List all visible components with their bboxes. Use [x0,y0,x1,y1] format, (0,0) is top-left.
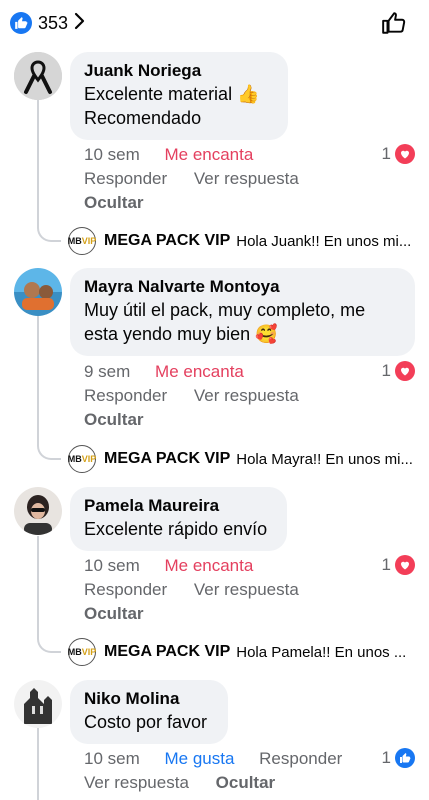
profile-photo-icon [14,487,62,535]
hide-button[interactable]: Ocultar [84,410,144,430]
reply-button[interactable]: Responder [84,386,167,405]
comment-time[interactable]: 10 sem [84,556,140,575]
reply-button[interactable]: Responder [84,169,167,188]
view-reply-button[interactable]: Ver respuesta [84,773,189,792]
hide-button[interactable]: Ocultar [84,193,144,213]
avatar[interactable] [14,680,62,728]
comment-time[interactable]: 10 sem [84,749,140,768]
reaction-label[interactable]: Me gusta [164,749,234,768]
comment-text-line: Muy útil el pack, muy completo, me [84,300,366,320]
reply-author: MEGA PACK VIP [104,643,231,660]
reaction-count[interactable]: 1 [382,555,415,575]
reply-author: MEGA PACK VIP [104,450,231,467]
reply-preview[interactable]: MB VIP MEGA PACK VIP Hola Mayra!! En unos… [68,444,413,474]
like-icon [395,748,415,768]
comment-author[interactable]: Pamela Maureira [84,495,273,517]
reaction-label[interactable]: Me encanta [155,362,244,381]
hide-button[interactable]: Ocultar [216,773,276,792]
page-logo: MB VIP [68,445,96,473]
thread-connector [37,205,61,242]
reply-button[interactable]: Responder [84,580,167,599]
reply-snippet: Hola Pamela!! En unos ... [236,643,407,661]
reaction-label[interactable]: Me encanta [164,145,253,164]
chevron-right-icon [74,12,86,35]
reply-author: MEGA PACK VIP [104,232,231,249]
heart-icon [395,144,415,164]
reaction-count-value: 1 [381,361,391,380]
heart-icon [395,361,415,381]
comment-text-line: Costo por favor [84,712,208,732]
reaction-summary[interactable]: 353 [10,10,86,36]
reaction-count-value: 1 [381,555,391,574]
view-reply-button[interactable]: Ver respuesta [194,580,299,599]
thumbs-up-icon [382,12,406,34]
like-button[interactable] [381,10,407,41]
beach-photo-icon [14,268,62,316]
reaction-count[interactable]: 1 [382,361,415,381]
thread-connector [37,616,61,653]
mourning-ribbon-icon [14,52,62,100]
page-logo: MB VIP [68,227,96,255]
comment-text-line: Excelente rápido envío [84,519,268,539]
comment-bubble: Niko Molina Costo por favor [70,680,228,744]
comment-author[interactable]: Niko Molina [84,688,214,710]
avatar[interactable] [14,52,62,100]
reaction-count[interactable]: 1 [382,144,415,164]
building-photo-icon [14,680,62,728]
reaction-label[interactable]: Me encanta [164,556,253,575]
comment-author[interactable]: Mayra Nalvarte Montoya [84,276,401,298]
reply-preview[interactable]: MB VIP MEGA PACK VIP Hola Juank!! En unos… [68,226,411,256]
comment-author[interactable]: Juank Noriega [84,60,274,82]
reply-snippet: Hola Juank!! En unos mi... [236,232,412,250]
hide-button[interactable]: Ocultar [84,604,144,624]
reply-button[interactable]: Responder [259,749,342,768]
avatar[interactable] [14,268,62,316]
comment-text-line: esta yendo muy bien 🥰 [84,324,278,344]
comment-bubble: Juank Noriega Excelente material 👍 Recom… [70,52,288,140]
comment-text-line: Recomendado [84,108,202,128]
comment-time[interactable]: 9 sem [84,362,130,381]
thread-line [37,728,39,800]
heart-icon [395,555,415,575]
thread-connector [37,423,61,460]
comment-bubble: Pamela Maureira Excelente rápido envío [70,487,287,551]
page-logo: MB VIP [68,638,96,666]
like-badge-icon [10,12,32,34]
comment-time[interactable]: 10 sem [84,145,140,164]
view-reply-button[interactable]: Ver respuesta [194,169,299,188]
avatar[interactable] [14,487,62,535]
comment-bubble: Mayra Nalvarte Montoya Muy útil el pack,… [70,268,415,356]
reply-preview[interactable]: MB VIP MEGA PACK VIP Hola Pamela!! En uno… [68,637,406,667]
like-count: 353 [38,12,69,33]
reaction-count-value: 1 [381,748,391,767]
comment-text-line: Excelente material 👍 [84,84,260,104]
reaction-count[interactable]: 1 [382,748,415,768]
reaction-count-value: 1 [381,144,391,163]
reply-snippet: Hola Mayra!! En unos mi... [236,450,413,468]
view-reply-button[interactable]: Ver respuesta [194,386,299,405]
